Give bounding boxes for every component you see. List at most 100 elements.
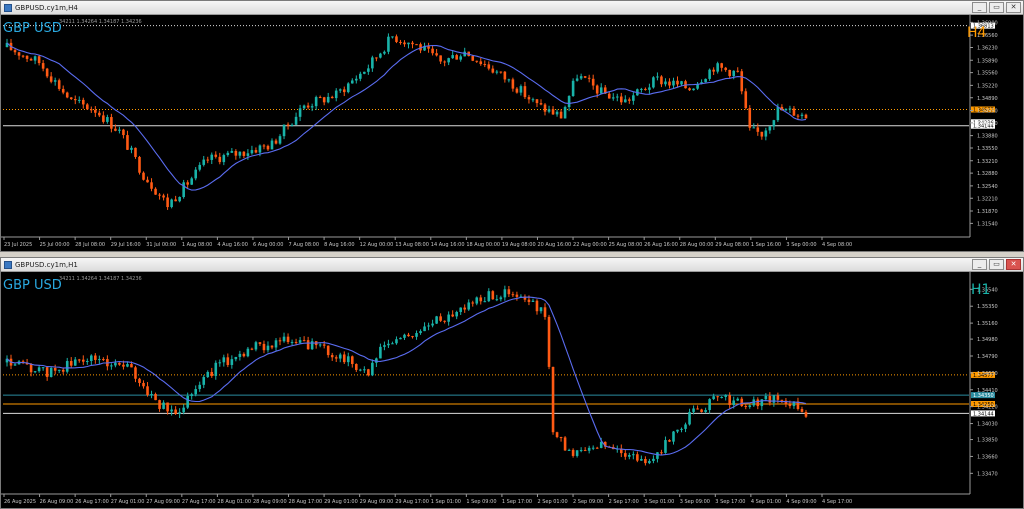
candle-body [628,455,631,457]
candle-body [359,369,362,371]
candle-body [126,135,129,150]
candle-body [507,289,511,295]
candle-body [624,453,627,457]
time-tick-label: 2 Sep 09:00 [573,499,603,505]
candle-body [407,42,410,45]
candle-body [716,396,719,398]
maximize-button[interactable]: ▭ [989,2,1004,13]
candle-body [712,396,715,400]
candle-body [692,408,695,412]
candle-body [535,300,539,312]
candle-body [411,42,414,45]
close-button[interactable]: ✕ [1006,259,1021,270]
candle-body [656,452,659,459]
candle-body [230,359,234,365]
candle-body [77,99,81,101]
candle-body [471,302,475,304]
candle-body [182,407,185,413]
candle-body [170,199,173,208]
candle-body [178,197,181,202]
candle-body [302,105,306,109]
candle-body [270,140,274,150]
price-tick-label: 1.34980 [977,337,998,343]
candle-body [33,56,37,61]
candle-body [644,88,647,90]
candle-body [41,367,45,369]
candle-body [266,145,270,150]
time-tick-label: 4 Sep 17:00 [822,499,852,505]
minimize-button[interactable]: _ [972,259,987,270]
timeframe-label: H1 [971,282,990,298]
candle-body [547,316,551,367]
candle-body [407,334,410,337]
candle-body [202,377,206,385]
candle-body [53,367,57,371]
time-tick-label: 12 Aug 00:00 [360,242,394,248]
candle-body [716,63,719,72]
moving-average-line [6,296,807,456]
price-tick-label: 1.34890 [977,96,998,102]
candle-body [355,78,358,81]
time-tick-label: 29 Jul 16:00 [111,242,141,248]
price-tick-label: 1.35890 [977,58,998,64]
minimize-button[interactable]: _ [972,2,987,13]
window-titlebar[interactable]: GBPUSD.cy1m,H1 _ ▭ ✕ [1,258,1023,272]
close-button[interactable]: ✕ [1006,2,1021,13]
time-tick-label: 28 Jul 08:00 [75,242,105,248]
candle-body [395,36,398,42]
candle-body [547,109,551,112]
candle-body [668,81,671,86]
candle-body [792,108,796,116]
candle-body [214,154,218,157]
candle-body [708,69,711,79]
candle-body [611,97,615,99]
candle-body [752,127,756,129]
candle-body [427,46,430,49]
candle-body [262,343,266,351]
candle-body [142,382,145,387]
candle-body [330,96,334,99]
candle-body [138,378,141,383]
candle-body [640,458,643,461]
candle-body [724,395,727,397]
price-chart-h1[interactable]: 1.345771.343501.342501.34144 1.355401.35… [1,272,1023,508]
candle-body [764,130,768,137]
candle-body [595,85,599,94]
candle-body [230,150,234,153]
chart-window-h1[interactable]: GBPUSD.cy1m,H1 _ ▭ ✕ 1.34577 1.34350 1.342… [0,257,1024,509]
time-tick-label: 31 Jul 00:00 [146,242,176,248]
price-tick-label: 1.32880 [977,171,998,177]
candle-body [720,63,723,68]
candle-body [527,97,531,100]
candle-body [587,447,591,451]
candle-body [415,333,418,337]
candle-body [29,364,33,373]
time-tick-label: 1 Sep 16:00 [751,242,781,248]
candle-body [583,450,587,452]
candle-body [61,369,65,372]
candle-body [218,362,222,364]
candle-body [652,77,655,88]
candle-body [198,164,202,170]
maximize-button[interactable]: ▭ [989,259,1004,270]
candle-body [150,182,153,189]
price-chart-h4[interactable]: 1.368131.345771.342361.34144 1.369001.36… [1,15,1023,251]
candle-body [579,450,583,452]
candle-body [443,320,446,322]
ohlc-readout: 34211 1.34264 1.34187 1.34236 [59,19,142,25]
candle-body [86,360,89,362]
time-tick-label: 27 Aug 09:00 [146,499,180,505]
candle-body [238,353,242,357]
candle-body [399,337,402,340]
price-tag-label: 1.34144 [973,411,994,417]
symbol-label: GBP USD [3,21,62,36]
window-titlebar[interactable]: GBPUSD.cy1m,H4 _ ▭ ✕ [1,1,1023,15]
candle-body [732,400,736,405]
time-tick-label: 29 Aug 08:00 [715,242,749,248]
time-tick-label: 22 Aug 00:00 [573,242,607,248]
chart-window-h4[interactable]: GBPUSD.cy1m,H4 _ ▭ ✕ 1.368131.345771.342… [0,0,1024,252]
time-tick-label: 4 Sep 08:00 [822,242,852,248]
time-tick-label: 19 Aug 08:00 [502,242,536,248]
candle-body [154,393,157,401]
candle-body [772,120,776,127]
